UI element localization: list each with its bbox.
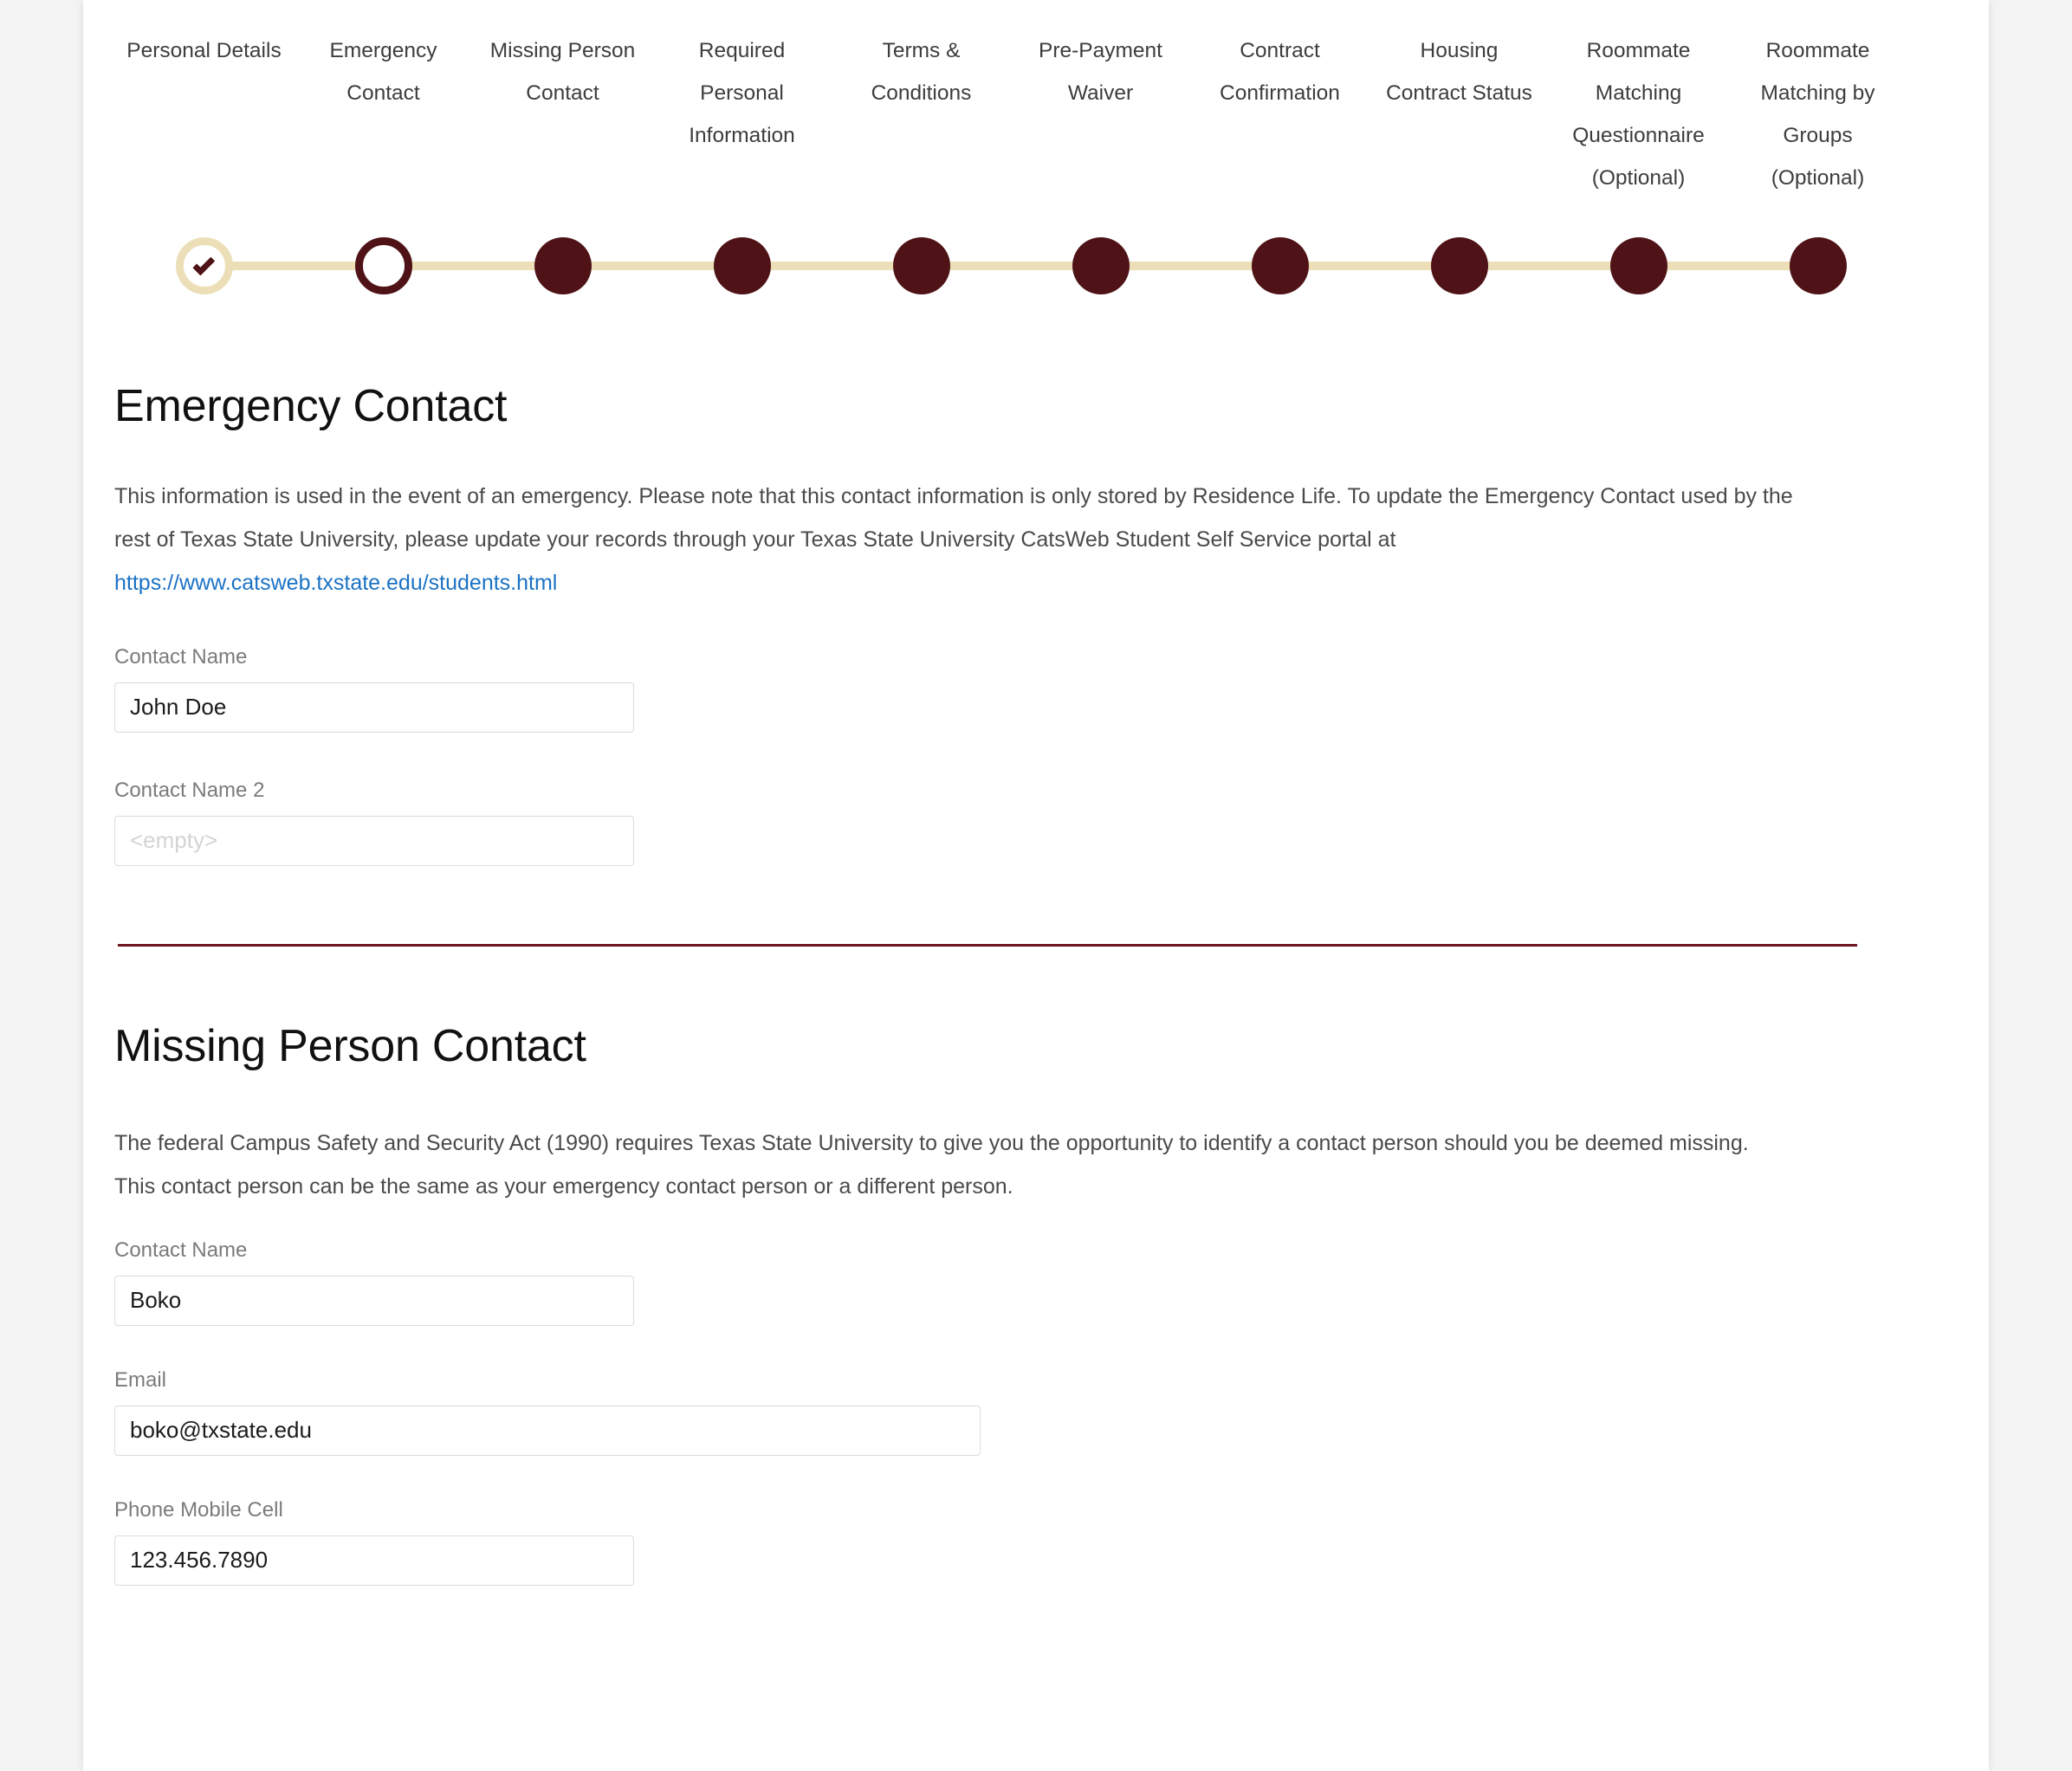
step-label-emergency-contact: Emergency Contact [329, 39, 437, 105]
step-node-cell-2 [294, 237, 473, 294]
input-emergency-contact-name[interactable] [114, 682, 634, 733]
stepper-track [114, 218, 1907, 313]
step-node-roommate-matching-questionnaire[interactable] [1609, 237, 1667, 294]
step-node-pre-payment-waiver[interactable] [1072, 237, 1130, 294]
step-label-terms-conditions: Terms & Conditions [871, 39, 972, 105]
step-node-terms-conditions[interactable] [892, 237, 950, 294]
label-emergency-contact-name: Contact Name [114, 644, 248, 669]
field-missing-person-phone: Phone Mobile Cell [114, 1497, 1958, 1586]
step-label-pre-payment-waiver: Pre-Payment Waiver [1039, 39, 1162, 105]
step-label-personal-details: Personal Details [126, 39, 282, 62]
label-emergency-contact-name-2: Contact Name 2 [114, 778, 265, 802]
step-node-contract-confirmation[interactable] [1251, 237, 1309, 294]
housing-contract-page: Personal Details Emergency Contact Missi… [83, 0, 1989, 1771]
missing-person-contact-description: The federal Campus Safety and Security A… [114, 1130, 1749, 1199]
field-missing-person-contact-name: Contact Name [114, 1238, 1958, 1326]
step-node-cell-8 [1369, 237, 1549, 294]
step-label-missing-person-contact: Missing Person Contact [489, 39, 636, 105]
step-node-cell-10 [1728, 237, 1907, 294]
emergency-contact-description-text: This information is used in the event of… [114, 483, 1793, 552]
field-emergency-contact-name: Contact Name [114, 644, 1958, 733]
step-node-cell-1 [114, 237, 294, 294]
progress-stepper: Personal Details Emergency Contact Missi… [83, 0, 1989, 313]
step-node-cell-4 [652, 237, 832, 294]
step-node-cell-9 [1549, 237, 1728, 294]
field-emergency-contact-name-2: Contact Name 2 [114, 778, 1958, 866]
step-label-roommate-matching-questionnaire: Roommate Matching Questionnaire (Optiona… [1572, 39, 1705, 190]
missing-person-contact-heading: Missing Person Contact [114, 1020, 586, 1071]
step-node-personal-details[interactable] [175, 237, 233, 294]
step-label-contract-confirmation: Contract Confirmation [1220, 39, 1340, 105]
stepper-labels: Personal Details Emergency Contact Missi… [114, 0, 1907, 199]
step-node-missing-person-contact[interactable] [534, 237, 592, 294]
main-content: Emergency Contact This information is us… [83, 381, 1989, 1586]
step-node-required-personal-information[interactable] [713, 237, 771, 294]
step-label-roommate-matching-groups: Roommate Matching by Groups (Optional) [1760, 39, 1875, 190]
step-node-cell-6 [1011, 237, 1190, 294]
step-label-required-personal-information: Required Personal Information [689, 39, 795, 147]
step-node-emergency-contact[interactable] [354, 237, 412, 294]
step-node-cell-3 [473, 237, 652, 294]
section-divider [118, 943, 1857, 947]
step-node-roommate-matching-groups[interactable] [1789, 237, 1847, 294]
stepper-nodes [114, 218, 1907, 313]
label-missing-person-email: Email [114, 1367, 167, 1392]
input-missing-person-email[interactable] [114, 1405, 981, 1456]
input-missing-person-phone[interactable] [114, 1535, 634, 1586]
step-label-housing-contract-status: Housing Contract Status [1386, 39, 1532, 105]
step-node-cell-7 [1190, 237, 1369, 294]
input-emergency-contact-name-2[interactable] [114, 815, 634, 866]
label-missing-person-phone: Phone Mobile Cell [114, 1497, 283, 1522]
label-missing-person-contact-name: Contact Name [114, 1238, 248, 1262]
catsweb-student-self-service-link[interactable]: https://www.catsweb.txstate.edu/students… [114, 571, 557, 595]
step-node-housing-contract-status[interactable] [1430, 237, 1488, 294]
emergency-contact-heading: Emergency Contact [114, 381, 508, 431]
input-missing-person-contact-name[interactable] [114, 1275, 634, 1326]
check-icon [191, 252, 215, 275]
step-node-cell-5 [832, 237, 1011, 294]
field-missing-person-email: Email [114, 1367, 1958, 1456]
emergency-contact-description: This information is used in the event of… [114, 475, 1795, 604]
